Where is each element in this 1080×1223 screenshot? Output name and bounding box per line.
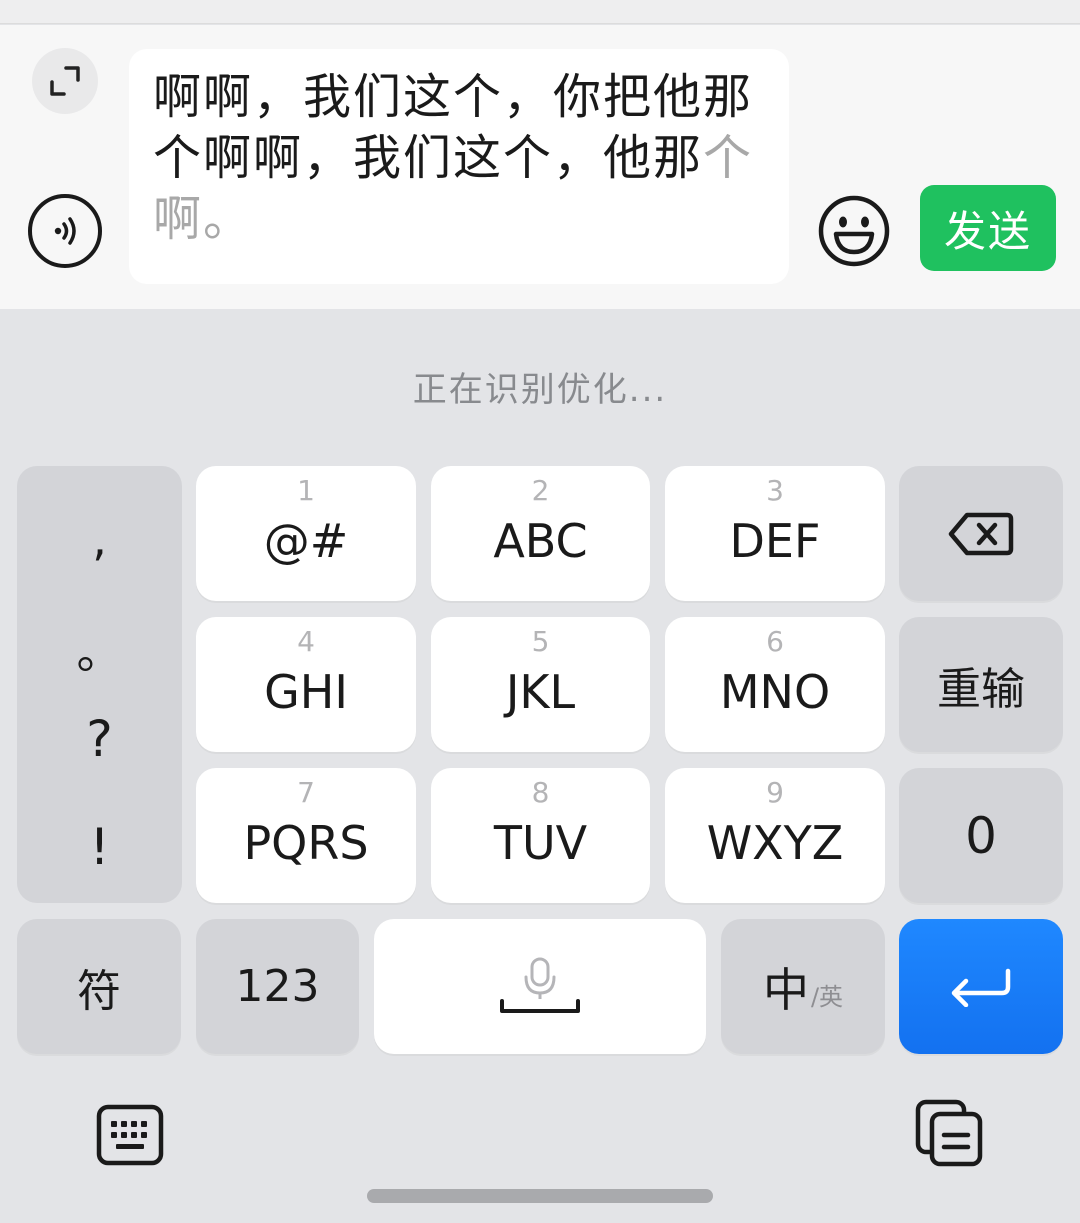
key-number: 4 — [297, 625, 315, 658]
key-9[interactable]: 9 WXYZ — [665, 768, 885, 903]
key-7[interactable]: 7 PQRS — [196, 768, 416, 903]
recognition-status: 正在识别优化... — [412, 370, 668, 410]
symbols-label: 符 — [77, 965, 121, 1017]
microphone-icon — [500, 957, 580, 1013]
key-letters: ABC — [493, 514, 588, 568]
key-8[interactable]: 8 TUV — [431, 768, 650, 903]
key-6[interactable]: 6 MNO — [665, 617, 885, 752]
key-number: 5 — [531, 625, 550, 658]
smiley-icon — [818, 195, 890, 267]
retype-label: 重输 — [937, 663, 1025, 715]
key-number: 6 — [766, 625, 784, 658]
key-number: 2 — [531, 474, 550, 507]
punct-period-key[interactable]: 。 — [17, 616, 182, 682]
voice-input-button[interactable] — [28, 194, 102, 268]
key-letters: MNO — [719, 665, 831, 719]
language-secondary: /英 — [810, 983, 844, 1011]
enter-key[interactable] — [899, 919, 1063, 1054]
punct-comma-key[interactable]: , — [17, 512, 182, 566]
enter-icon — [951, 968, 1011, 1007]
symbols-key[interactable]: 符 — [17, 919, 181, 1054]
key-letters: JKL — [505, 665, 576, 719]
key-letters: WXYZ — [706, 816, 844, 870]
space-key[interactable] — [374, 919, 706, 1054]
key-number: 7 — [297, 776, 315, 809]
numbers-key[interactable]: 123 — [196, 919, 359, 1054]
top-strip — [0, 0, 1080, 24]
expand-button[interactable] — [32, 48, 98, 114]
backspace-icon — [948, 512, 1014, 555]
key-letters: TUV — [493, 816, 588, 870]
key-number: 9 — [766, 776, 784, 809]
punctuation-keys: , 。 ? ! — [17, 466, 182, 903]
emoji-button[interactable] — [816, 193, 892, 269]
key-number: 3 — [766, 474, 784, 507]
language-switch-key[interactable]: 中 /英 — [721, 919, 885, 1054]
key-5[interactable]: 5 JKL — [431, 617, 650, 752]
punct-exclaim-key[interactable]: ! — [17, 818, 182, 876]
punct-question-key[interactable]: ? — [17, 710, 182, 768]
key-letters: @# — [263, 514, 349, 568]
message-text-confirmed: 啊啊，我们这个，你把他那个啊啊，我们这个，他那 — [153, 69, 754, 186]
key-letters: GHI — [264, 665, 348, 719]
send-button[interactable]: 发送 — [920, 185, 1056, 271]
zero-key[interactable]: 0 — [899, 768, 1063, 903]
backspace-key[interactable] — [899, 466, 1063, 601]
clipboard-button[interactable] — [915, 1099, 985, 1167]
zero-label: 0 — [965, 806, 997, 865]
key-3[interactable]: 3 DEF — [665, 466, 885, 601]
message-input[interactable]: 啊啊，我们这个，你把他那个啊啊，我们这个，他那个啊。 — [129, 49, 789, 284]
key-number: 1 — [297, 474, 315, 507]
key-2[interactable]: 2 ABC — [431, 466, 650, 601]
language-primary: 中 — [762, 962, 809, 1017]
key-number: 8 — [531, 776, 550, 809]
expand-icon — [50, 66, 80, 96]
voice-wave-icon — [54, 217, 76, 245]
clipboard-icon — [915, 1099, 983, 1167]
numbers-label: 123 — [235, 961, 320, 1012]
keyboard-icon — [96, 1104, 164, 1166]
retype-key[interactable]: 重输 — [899, 617, 1063, 752]
home-indicator[interactable] — [367, 1189, 713, 1203]
key-letters: PQRS — [243, 816, 369, 870]
key-4[interactable]: 4 GHI — [196, 617, 416, 752]
key-letters: DEF — [729, 514, 821, 568]
key-1[interactable]: 1 @# — [196, 466, 416, 601]
keyboard-toggle-button[interactable] — [95, 1102, 165, 1168]
